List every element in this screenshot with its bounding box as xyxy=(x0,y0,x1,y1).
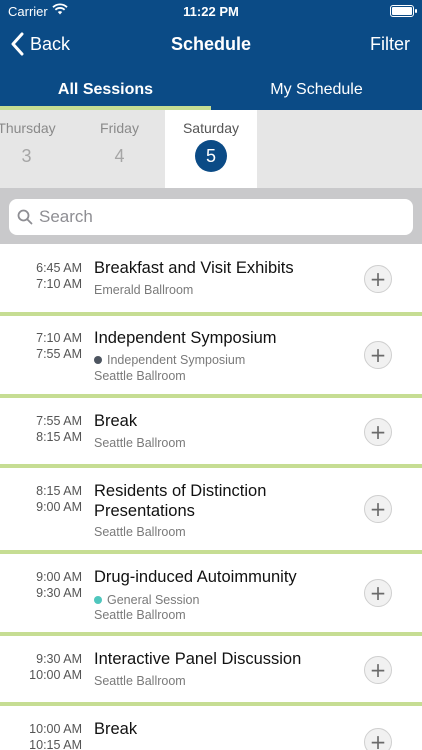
session-end-time: 7:10 AM xyxy=(36,277,82,291)
session-track-label: Independent Symposium xyxy=(107,353,246,367)
session-times: 10:00 AM 10:15 AM xyxy=(0,721,82,750)
back-label: Back xyxy=(30,33,71,54)
day-number: 4 xyxy=(114,146,125,166)
day-friday[interactable]: Friday 4 xyxy=(75,110,164,188)
session-title: Break xyxy=(94,412,138,430)
add-to-schedule-button[interactable]: + xyxy=(364,728,392,750)
session-end-time: 10:15 AM xyxy=(29,738,82,750)
session-times: 9:00 AM 9:30 AM xyxy=(0,569,82,601)
search-input[interactable] xyxy=(39,207,399,227)
plus-icon: + xyxy=(369,730,387,750)
add-to-schedule-button[interactable]: + xyxy=(364,656,392,684)
track-color-dot xyxy=(94,596,102,604)
add-to-schedule-button[interactable]: + xyxy=(364,579,392,607)
status-time: 11:22 PM xyxy=(183,4,239,19)
session-track: General Session xyxy=(94,593,199,607)
plus-icon: + xyxy=(369,343,387,367)
back-button[interactable]: Back xyxy=(10,30,70,58)
plus-icon: + xyxy=(369,420,387,444)
session-title: Drug-induced Autoimmunity xyxy=(94,568,297,586)
session-row[interactable]: 9:30 AM 10:00 AM Interactive Panel Discu… xyxy=(0,636,422,706)
session-row[interactable]: 7:55 AM 8:15 AM Break Seattle Ballroom + xyxy=(0,398,422,468)
plus-icon: + xyxy=(369,267,387,291)
session-title: Break xyxy=(94,720,138,738)
session-room: Emerald Ballroom xyxy=(94,283,194,297)
session-title: Breakfast and Visit Exhibits xyxy=(94,259,294,277)
session-track: Independent Symposium xyxy=(94,353,245,367)
session-end-time: 7:55 AM xyxy=(36,347,82,361)
session-times: 7:10 AM 7:55 AM xyxy=(0,330,82,362)
add-to-schedule-button[interactable]: + xyxy=(364,341,392,369)
session-row[interactable]: 7:10 AM 7:55 AM Independent Symposium In… xyxy=(0,316,422,398)
session-row[interactable]: 10:00 AM 10:15 AM Break + xyxy=(0,706,422,750)
session-start-time: 9:30 AM xyxy=(36,652,82,666)
session-end-time: 10:00 AM xyxy=(29,668,82,682)
add-to-schedule-button[interactable]: + xyxy=(364,265,392,293)
session-times: 6:45 AM 7:10 AM xyxy=(0,260,82,292)
session-room: Seattle Ballroom xyxy=(94,525,186,539)
session-room: Seattle Ballroom xyxy=(94,436,186,450)
tab-all-sessions[interactable]: All Sessions xyxy=(0,66,211,110)
day-picker: Thursday 3 Friday 4 Saturday 5 xyxy=(0,110,422,188)
day-name: Saturday xyxy=(182,120,240,136)
day-number-selected: 5 xyxy=(195,140,227,172)
plus-icon: + xyxy=(369,581,387,605)
search-icon xyxy=(17,209,33,225)
day-thursday[interactable]: Thursday 3 xyxy=(0,110,73,188)
session-track-label: General Session xyxy=(107,593,200,607)
plus-icon: + xyxy=(369,658,387,682)
status-bar: Carrier 11:22 PM xyxy=(0,0,422,22)
session-end-time: 9:30 AM xyxy=(36,586,82,600)
session-title: Interactive Panel Discussion xyxy=(94,650,302,668)
session-start-time: 9:00 AM xyxy=(36,570,82,584)
chevron-left-icon xyxy=(11,32,24,56)
tab-my-schedule[interactable]: My Schedule xyxy=(211,66,422,110)
session-room: Seattle Ballroom xyxy=(94,608,186,622)
session-start-time: 6:45 AM xyxy=(36,261,82,275)
session-times: 9:30 AM 10:00 AM xyxy=(0,651,82,683)
day-name: Thursday xyxy=(0,120,56,136)
session-row[interactable]: 6:45 AM 7:10 AM Breakfast and Visit Exhi… xyxy=(0,244,422,316)
session-times: 7:55 AM 8:15 AM xyxy=(0,413,82,445)
session-title: Residents of Distinction Presentations xyxy=(94,482,267,520)
session-times: 8:15 AM 9:00 AM xyxy=(0,483,82,515)
add-to-schedule-button[interactable]: + xyxy=(364,418,392,446)
session-end-time: 8:15 AM xyxy=(36,430,82,444)
app-header: Carrier 11:22 PM Back Schedule Filter Al… xyxy=(0,0,422,110)
navigation-bar: Back Schedule Filter xyxy=(0,22,422,66)
session-room: Seattle Ballroom xyxy=(94,674,186,688)
search-bar xyxy=(0,188,422,244)
session-row[interactable]: 8:15 AM 9:00 AM Residents of Distinction… xyxy=(0,468,422,554)
session-end-time: 9:00 AM xyxy=(36,500,82,514)
session-start-time: 7:55 AM xyxy=(36,414,82,428)
plus-icon: + xyxy=(369,497,387,521)
day-name: Friday xyxy=(100,120,139,136)
day-number: 3 xyxy=(21,146,32,166)
filter-button[interactable]: Filter xyxy=(370,34,410,55)
segment-tabs: All Sessions My Schedule xyxy=(0,66,422,110)
session-room: Seattle Ballroom xyxy=(94,369,186,383)
session-start-time: 7:10 AM xyxy=(36,331,82,345)
day-saturday[interactable]: Saturday 5 xyxy=(165,110,257,188)
add-to-schedule-button[interactable]: + xyxy=(364,495,392,523)
search-field xyxy=(9,199,413,235)
session-row[interactable]: 9:00 AM 9:30 AM Drug-induced Autoimmunit… xyxy=(0,554,422,636)
track-color-dot xyxy=(94,356,102,364)
session-start-time: 8:15 AM xyxy=(36,484,82,498)
session-title: Independent Symposium xyxy=(94,329,277,347)
battery-icon xyxy=(390,5,417,17)
session-start-time: 10:00 AM xyxy=(29,722,82,736)
